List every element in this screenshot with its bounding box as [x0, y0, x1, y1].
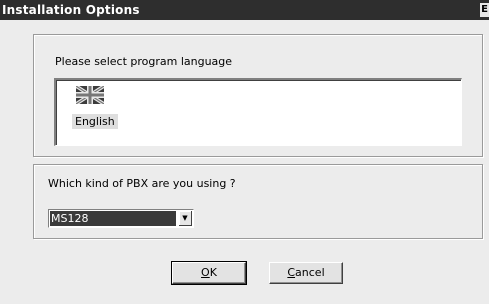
cancel-button[interactable]: Cancel — [269, 262, 343, 284]
window-title: Installation Options — [2, 3, 140, 17]
title-bar[interactable]: Installation Options E — [0, 0, 489, 20]
pbx-select[interactable]: MS128 ▼ — [48, 209, 194, 228]
title-bar-button[interactable]: E — [480, 3, 489, 17]
cancel-accel: C — [287, 266, 296, 279]
language-item-english[interactable]: English — [72, 114, 118, 129]
pbx-prompt: Which kind of PBX are you using ? — [48, 177, 236, 190]
ok-label: K — [209, 266, 217, 279]
chevron-down-icon[interactable]: ▼ — [179, 211, 192, 226]
pbx-select-value: MS128 — [50, 211, 176, 226]
pbx-group: Which kind of PBX are you using ? MS128 … — [33, 164, 483, 239]
dialog-body: Please select program language English W… — [0, 20, 489, 304]
language-prompt: Please select program language — [55, 55, 233, 68]
language-group: Please select program language English — [33, 34, 483, 157]
language-list[interactable]: English — [54, 78, 462, 146]
cancel-label: ancel — [295, 266, 325, 279]
ok-button[interactable]: OK — [171, 261, 247, 285]
uk-flag-icon[interactable] — [76, 86, 104, 104]
ok-accel: O — [201, 266, 210, 279]
